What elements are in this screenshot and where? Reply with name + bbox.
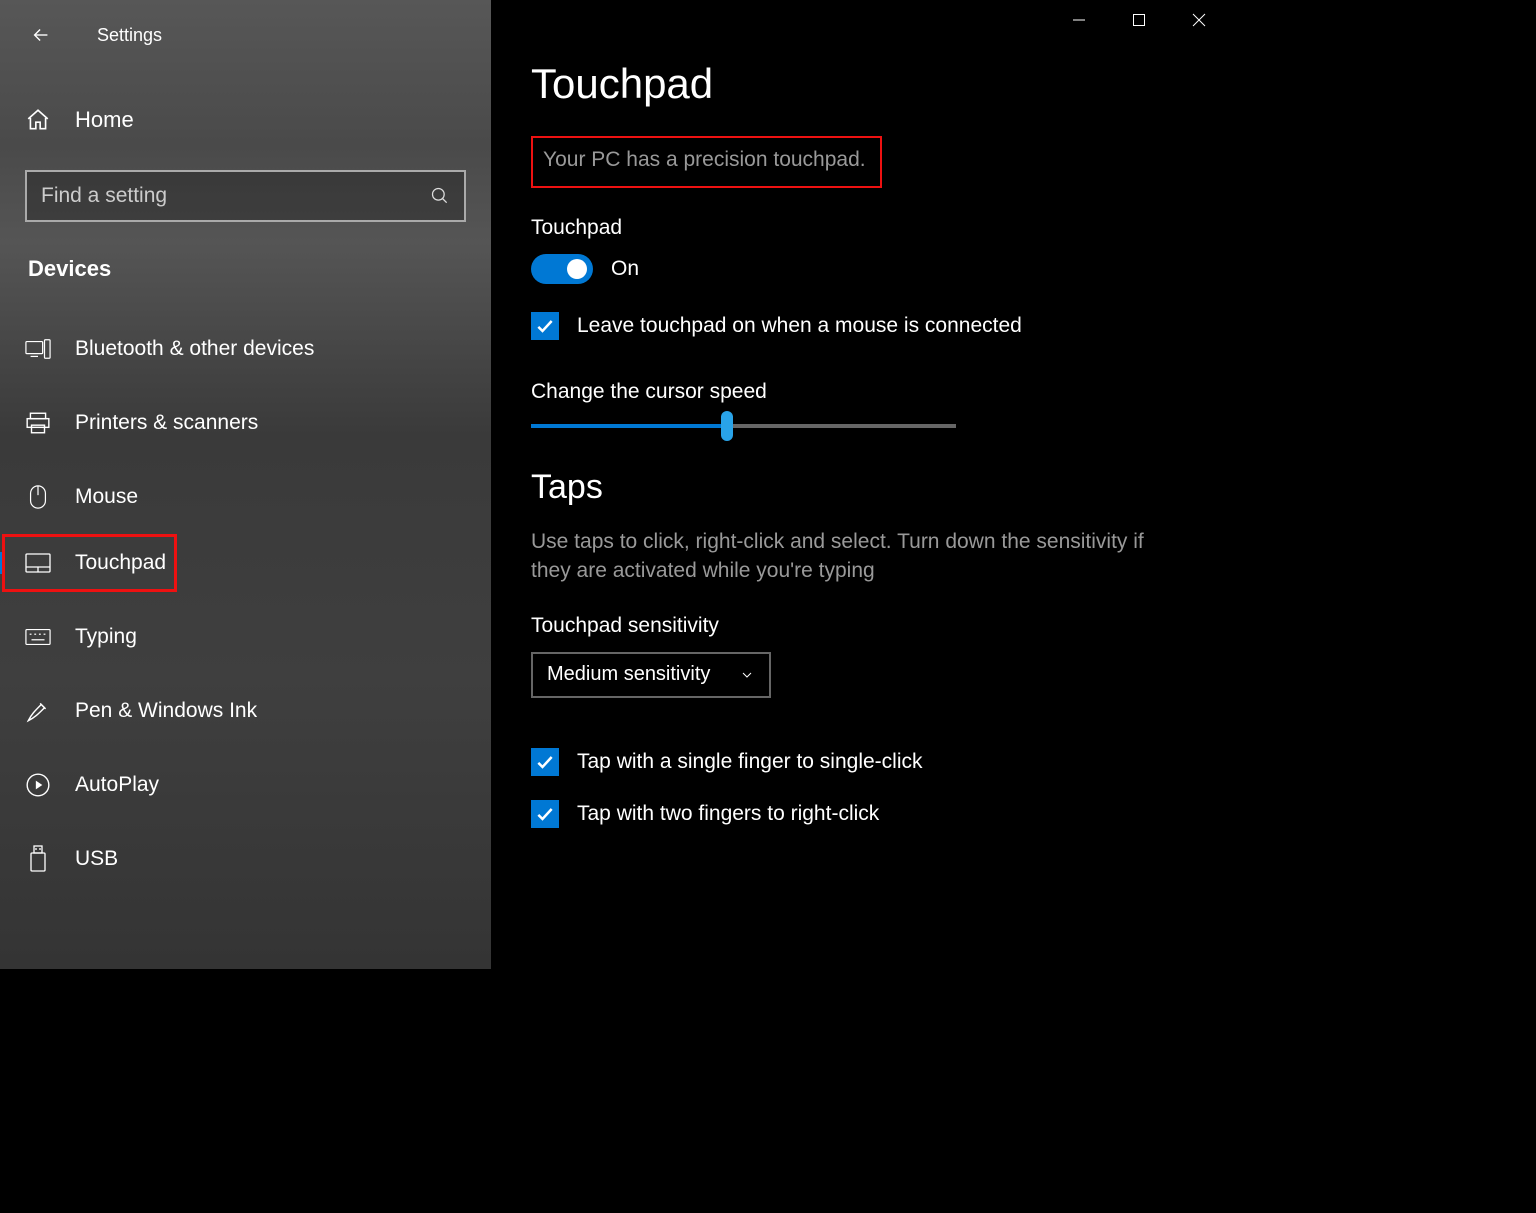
pen-icon (25, 698, 51, 724)
nav-list: Bluetooth & other devices Printers & sca… (0, 312, 491, 896)
settings-window: Settings Home Devices Bluetooth & ot (0, 0, 1229, 969)
nav-label: Touchpad (75, 551, 166, 575)
taps-heading: Taps (531, 468, 1189, 507)
search-input[interactable] (41, 184, 430, 208)
main-content: Touchpad Your PC has a precision touchpa… (491, 0, 1229, 969)
search-icon (430, 186, 450, 206)
touchpad-toggle[interactable] (531, 254, 593, 284)
check-icon (535, 316, 555, 336)
maximize-icon (1132, 13, 1146, 27)
sidebar-item-autoplay[interactable]: AutoPlay (0, 748, 491, 822)
minimize-button[interactable] (1049, 0, 1109, 40)
category-title: Devices (0, 256, 491, 282)
sidebar-item-bluetooth[interactable]: Bluetooth & other devices (0, 312, 491, 386)
check-icon (535, 804, 555, 824)
search-wrap (0, 170, 491, 222)
sidebar-item-typing[interactable]: Typing (0, 600, 491, 674)
tap-single-checkbox[interactable] (531, 748, 559, 776)
sidebar-item-pen[interactable]: Pen & Windows Ink (0, 674, 491, 748)
page-title: Touchpad (531, 60, 1189, 108)
window-controls (1049, 0, 1229, 50)
titlebar-left: Settings (0, 10, 491, 60)
taps-description: Use taps to click, right-click and selec… (531, 527, 1171, 586)
toggle-knob (567, 259, 587, 279)
sidebar: Settings Home Devices Bluetooth & ot (0, 0, 491, 969)
cursor-speed-label: Change the cursor speed (531, 380, 1189, 404)
tap-two-row: Tap with two fingers to right-click (531, 800, 1189, 828)
tap-single-row: Tap with a single finger to single-click (531, 748, 1189, 776)
home-label: Home (75, 107, 134, 133)
arrow-left-icon (30, 24, 52, 46)
sensitivity-value: Medium sensitivity (547, 663, 710, 686)
precision-text: Your PC has a precision touchpad. (543, 148, 866, 172)
sensitivity-dropdown[interactable]: Medium sensitivity (531, 652, 771, 698)
app-title: Settings (97, 25, 162, 46)
sidebar-item-mouse[interactable]: Mouse (0, 460, 491, 534)
sensitivity-label: Touchpad sensitivity (531, 614, 1189, 638)
precision-callout: Your PC has a precision touchpad. (531, 136, 882, 188)
touchpad-toggle-label: Touchpad (531, 216, 1189, 240)
toggle-state: On (611, 257, 639, 281)
cursor-speed-section: Change the cursor speed (531, 380, 1189, 428)
slider-thumb[interactable] (721, 411, 733, 441)
tap-single-label: Tap with a single finger to single-click (577, 750, 923, 774)
leave-on-checkbox[interactable] (531, 312, 559, 340)
close-icon (1192, 13, 1206, 27)
sidebar-item-printers[interactable]: Printers & scanners (0, 386, 491, 460)
slider-fill (531, 424, 727, 428)
usb-icon (25, 846, 51, 872)
close-button[interactable] (1169, 0, 1229, 40)
maximize-button[interactable] (1109, 0, 1169, 40)
nav-label: USB (75, 847, 118, 871)
autoplay-icon (25, 772, 51, 798)
nav-label: Pen & Windows Ink (75, 699, 257, 723)
sidebar-item-touchpad[interactable]: Touchpad (0, 534, 491, 592)
sidebar-item-usb[interactable]: USB (0, 822, 491, 896)
nav-label: Mouse (75, 485, 138, 509)
sidebar-item-home[interactable]: Home (0, 90, 491, 150)
check-icon (535, 752, 555, 772)
search-box[interactable] (25, 170, 466, 222)
nav-label: Printers & scanners (75, 411, 258, 435)
cursor-speed-slider[interactable] (531, 424, 956, 428)
leave-on-label: Leave touchpad on when a mouse is connec… (577, 314, 1022, 338)
nav-label: AutoPlay (75, 773, 159, 797)
touchpad-icon (25, 550, 51, 576)
chevron-down-icon (739, 667, 755, 683)
home-icon (25, 107, 51, 133)
nav-label: Bluetooth & other devices (75, 337, 314, 361)
keyboard-icon (25, 624, 51, 650)
devices-icon (25, 336, 51, 362)
minimize-icon (1072, 13, 1086, 27)
leave-on-row: Leave touchpad on when a mouse is connec… (531, 312, 1189, 340)
nav-label: Typing (75, 625, 137, 649)
mouse-icon (25, 484, 51, 510)
tap-two-checkbox[interactable] (531, 800, 559, 828)
touchpad-toggle-row: On (531, 254, 1189, 284)
printer-icon (25, 410, 51, 436)
back-button[interactable] (25, 19, 57, 51)
tap-two-label: Tap with two fingers to right-click (577, 802, 879, 826)
